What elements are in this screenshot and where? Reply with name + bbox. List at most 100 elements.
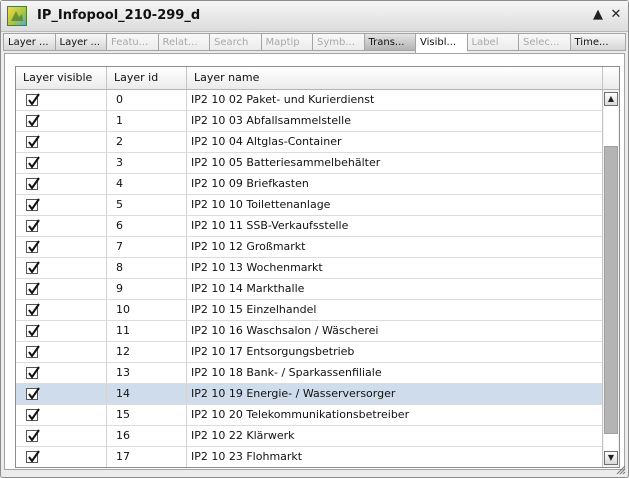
table-row[interactable]: 7 IP2 10 12 Großmarkt <box>16 237 602 258</box>
table-row[interactable]: 11 IP2 10 16 Waschsalon / Wäscherei <box>16 321 602 342</box>
layer-id-cell: 14 <box>107 384 187 404</box>
table-row[interactable]: 3 IP2 10 05 Batteriesammelbehälter <box>16 153 602 174</box>
layer-name-cell: IP2 10 12 Großmarkt <box>191 240 306 253</box>
checkmark-icon <box>28 324 40 337</box>
layer-id-cell: 0 <box>107 90 187 110</box>
layer-visible-checkbox[interactable] <box>26 135 40 148</box>
checkmark-icon <box>28 450 40 463</box>
layer-visible-checkbox[interactable] <box>26 219 40 232</box>
tab-11[interactable]: Time... <box>569 33 626 51</box>
layer-id-cell: 8 <box>107 258 187 278</box>
layer-name-cell: IP2 10 05 Batteriesammelbehälter <box>191 156 381 169</box>
visible-cell <box>16 174 107 194</box>
table-row[interactable]: 4 IP2 10 09 Briefkasten <box>16 174 602 195</box>
visible-cell <box>16 300 107 320</box>
table-row[interactable]: 8 IP2 10 13 Wochenmarkt <box>16 258 602 279</box>
visibility-panel: Layer visible Layer id Layer name 0 IP2 1… <box>4 53 625 470</box>
layer-visible-checkbox[interactable] <box>26 114 40 127</box>
layer-visible-checkbox[interactable] <box>26 156 40 169</box>
tab-7[interactable]: Trans... <box>363 33 415 51</box>
table-row[interactable]: 0 IP2 10 02 Paket- und Kurierdienst <box>16 90 602 111</box>
layer-visible-checkbox[interactable] <box>26 261 40 274</box>
table-row[interactable]: 17 IP2 10 23 Flohmarkt <box>16 447 602 467</box>
tab-10: Selec... <box>518 33 570 51</box>
resize-grip-icon[interactable] <box>616 465 626 475</box>
vertical-scrollbar[interactable]: ▲ ▼ <box>602 90 619 467</box>
checkmark-icon <box>28 219 40 232</box>
close-icon[interactable]: ✕ <box>609 7 623 23</box>
layer-name-cell: IP2 10 03 Abfallsammelstelle <box>191 114 352 127</box>
table-row[interactable]: 10 IP2 10 15 Einzelhandel <box>16 300 602 321</box>
scroll-thumb[interactable] <box>604 146 618 434</box>
table-row[interactable]: 2 IP2 10 04 Altglas-Container <box>16 132 602 153</box>
layer-visible-checkbox[interactable] <box>26 429 40 442</box>
layer-visible-checkbox[interactable] <box>26 198 40 211</box>
layer-visible-checkbox[interactable] <box>26 240 40 253</box>
checkmark-icon <box>28 240 40 253</box>
layer-id-cell: 15 <box>107 405 187 425</box>
layer-visible-checkbox[interactable] <box>26 345 40 358</box>
table-body: 0 IP2 10 02 Paket- und Kurierdienst 1 IP2 1… <box>16 90 602 467</box>
layer-name-cell: IP2 10 18 Bank- / Sparkassenfiliale <box>191 366 382 379</box>
layer-name-cell: IP2 10 19 Energie- / Wasserversorger <box>191 387 396 400</box>
column-header-layer-visible[interactable]: Layer visible <box>16 67 107 89</box>
layer-visible-checkbox[interactable] <box>26 387 40 400</box>
tab-2: Featu... <box>106 33 158 51</box>
layer-visible-checkbox[interactable] <box>26 177 40 190</box>
collapse-icon[interactable]: ▲ <box>591 7 605 23</box>
table-row[interactable]: 12 IP2 10 17 Entsorgungsbetrieb <box>16 342 602 363</box>
tab-5: Maptip <box>260 33 312 51</box>
layer-visible-checkbox[interactable] <box>26 324 40 337</box>
layer-id-cell: 2 <box>107 132 187 152</box>
checkmark-icon <box>28 387 40 400</box>
checkmark-icon <box>28 408 40 421</box>
visible-cell <box>16 342 107 362</box>
table-row[interactable]: 13 IP2 10 18 Bank- / Sparkassenfiliale <box>16 363 602 384</box>
layer-name-cell: IP2 10 16 Waschsalon / Wäscherei <box>191 324 379 337</box>
visible-cell <box>16 279 107 299</box>
layer-id-cell: 5 <box>107 195 187 215</box>
layer-name-cell: IP2 10 14 Markthalle <box>191 282 305 295</box>
column-header-layer-id[interactable]: Layer id <box>107 67 187 89</box>
tab-8[interactable]: Visibl... <box>415 33 467 53</box>
tab-4: Search <box>209 33 261 51</box>
visible-cell <box>16 237 107 257</box>
layer-visible-checkbox[interactable] <box>26 93 40 106</box>
visible-cell <box>16 384 107 404</box>
layer-name-cell: IP2 10 23 Flohmarkt <box>191 450 303 463</box>
tab-6: Symb... <box>312 33 364 51</box>
table-row[interactable]: 16 IP2 10 22 Klärwerk <box>16 426 602 447</box>
layer-id-cell: 17 <box>107 447 187 467</box>
layer-name-cell: IP2 10 20 Telekommunikationsbetreiber <box>191 408 410 421</box>
column-header-layer-name[interactable]: Layer name <box>187 67 602 89</box>
layer-visible-checkbox[interactable] <box>26 366 40 379</box>
table-header: Layer visible Layer id Layer name <box>16 67 602 90</box>
window-title: IP_Infopool_210-299_d <box>37 8 201 23</box>
layer-visible-checkbox[interactable] <box>26 408 40 421</box>
layer-name-cell: IP2 10 22 Klärwerk <box>191 429 295 442</box>
layer-visible-checkbox[interactable] <box>26 450 40 463</box>
table-row[interactable]: 1 IP2 10 03 Abfallsammelstelle <box>16 111 602 132</box>
checkmark-icon <box>28 135 40 148</box>
visible-cell <box>16 195 107 215</box>
checkmark-icon <box>28 366 40 379</box>
tab-1[interactable]: Layer ... <box>54 33 106 51</box>
table-row[interactable]: 6 IP2 10 11 SSB-Verkaufsstelle <box>16 216 602 237</box>
table-row[interactable]: 14 IP2 10 19 Energie- / Wasserversorger <box>16 384 602 405</box>
table-row[interactable]: 9 IP2 10 14 Markthalle <box>16 279 602 300</box>
scroll-down-icon[interactable]: ▼ <box>604 451 618 465</box>
layer-visible-checkbox[interactable] <box>26 282 40 295</box>
scroll-up-icon[interactable]: ▲ <box>604 92 618 106</box>
table-row[interactable]: 5 IP2 10 10 Toilettenanlage <box>16 195 602 216</box>
tab-0[interactable]: Layer ... <box>3 33 55 51</box>
layer-visible-checkbox[interactable] <box>26 303 40 316</box>
header-corner <box>602 67 619 90</box>
layer-id-cell: 6 <box>107 216 187 236</box>
title-bar[interactable]: IP_Infopool_210-299_d ▲ ✕ <box>1 1 628 32</box>
layer-name-cell: IP2 10 13 Wochenmarkt <box>191 261 323 274</box>
visible-cell <box>16 405 107 425</box>
table-row[interactable]: 15 IP2 10 20 Telekommunikationsbetreiber <box>16 405 602 426</box>
layer-id-cell: 13 <box>107 363 187 383</box>
layer-id-cell: 16 <box>107 426 187 446</box>
checkmark-icon <box>28 429 40 442</box>
